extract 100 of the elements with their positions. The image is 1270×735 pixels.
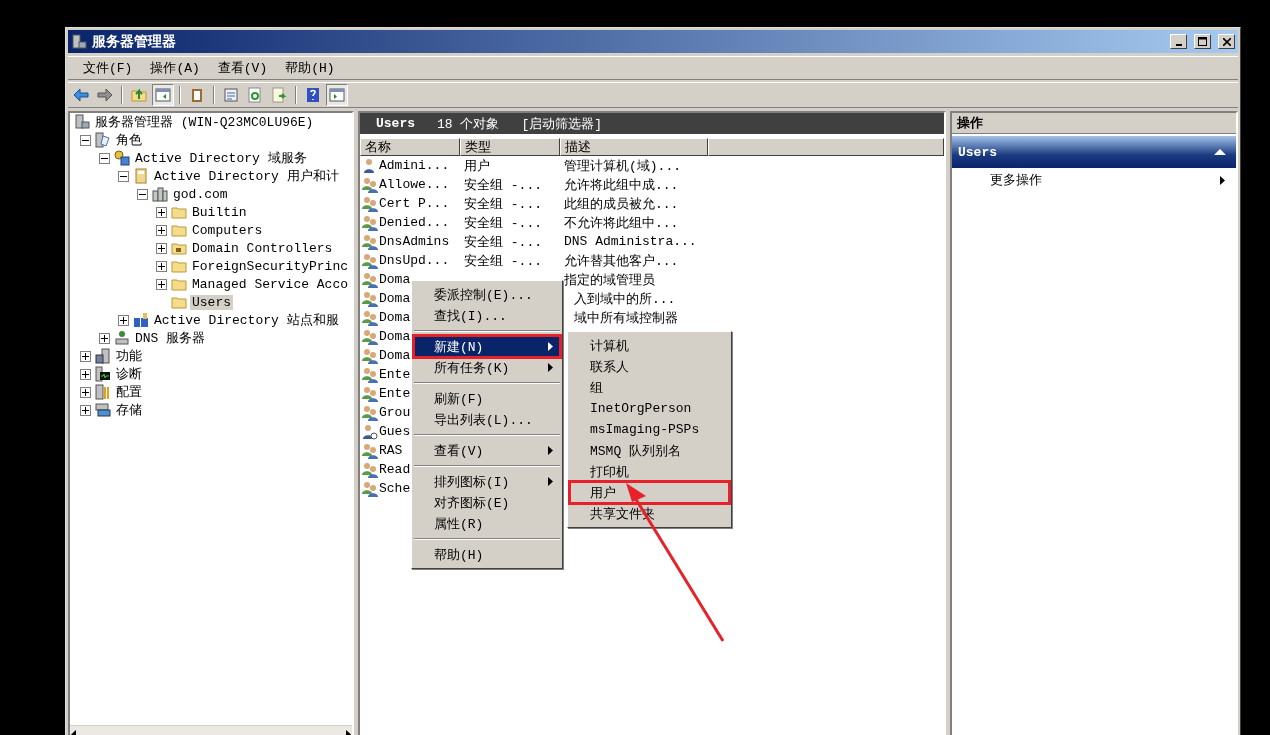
menu-item[interactable]: 联系人 [570,356,729,377]
tree-item[interactable]: 配置 [114,383,144,401]
close-icon [1222,37,1231,46]
menu-item[interactable]: 刷新(F) [414,388,560,409]
menu-item[interactable]: 操作(A) [141,59,209,77]
expand-toggle[interactable] [80,368,91,380]
expand-toggle[interactable] [156,224,167,236]
menu-item[interactable]: 用户 [570,482,729,503]
tree-item[interactable]: 功能 [114,347,144,365]
network-icon [114,330,130,346]
actions-header: 操作 [952,113,1236,134]
list-title: Users [376,116,415,131]
menu-item[interactable]: 组 [570,377,729,398]
column-header[interactable]: 描述 [560,138,708,156]
collapse-toggle[interactable] [118,170,129,182]
name-cell[interactable]: Allowe... [379,177,450,192]
tree-item[interactable]: god.com [171,186,230,202]
menu-item[interactable]: InetOrgPerson [570,398,729,419]
minimize-button[interactable] [1170,34,1187,49]
name-cell[interactable]: Gues [379,424,411,439]
description-cell-text: 入到域中的所... [573,290,676,308]
tree-item[interactable]: 诊断 [114,365,144,383]
tree-item[interactable]: 服务器管理器 (WIN-Q23MC0LU96E) [93,113,316,131]
tree-item[interactable]: Active Directory 站点和服 [152,311,341,329]
tree-item[interactable]: DNS 服务器 [133,329,208,347]
folder-icon [171,240,187,256]
plus-icon [158,262,165,270]
book-icon [133,168,149,184]
tree-item[interactable]: Computers [190,222,265,238]
collapse-toggle[interactable] [80,134,91,146]
menu-item[interactable]: 新建(N) [414,336,560,357]
name-cell[interactable]: DnsUpd... [379,253,450,268]
name-cell[interactable]: Doma [379,348,411,363]
expand-toggle[interactable] [80,386,91,398]
menu-item[interactable]: 帮助(H) [276,59,344,77]
menu-item[interactable]: 对齐图标(E) [414,492,560,513]
minimize-icon [1175,43,1182,46]
menu-item[interactable]: 查看(V) [208,59,277,77]
expand-toggle[interactable] [118,314,129,326]
expand-toggle[interactable] [156,260,167,272]
name-cell[interactable]: Read [379,462,411,477]
tree-item[interactable]: Users [190,294,233,310]
tree-item[interactable]: 存储 [114,401,144,419]
expand-toggle[interactable] [156,206,167,218]
menu-item[interactable]: 帮助(H) [414,544,560,565]
name-cell[interactable]: DnsAdmins [379,234,450,249]
name-cell[interactable]: Doma [379,291,411,306]
name-cell[interactable]: Doma [379,272,411,287]
tree-item[interactable]: Domain Controllers [190,240,335,256]
menu-item[interactable]: 委派控制(E)... [414,284,560,305]
collapse-toggle[interactable] [99,152,110,164]
submenu-arrow-icon [548,363,554,372]
filter-label: [启动筛选器] [521,115,603,133]
action-item[interactable]: 更多操作 [952,168,1236,192]
collapse-toggle[interactable] [137,188,148,200]
name-cell[interactable]: Doma [379,310,411,325]
expand-toggle[interactable] [80,350,91,362]
toolbar-button[interactable] [152,84,174,106]
type-cell: 用户 [464,158,490,174]
menu-item[interactable]: 导出列表(L)... [414,409,560,430]
tree-item[interactable]: Active Directory 用户和计 [152,167,341,185]
expand-toggle[interactable] [156,278,167,290]
tree-item[interactable]: 角色 [114,131,144,149]
tree-item[interactable]: Active Directory 域服务 [133,149,309,167]
menu-item[interactable]: 排列图标(I) [414,471,560,492]
expand-toggle[interactable] [99,332,110,344]
name-cell[interactable]: Admini... [379,158,450,173]
toolbar-button[interactable] [326,84,348,106]
menu-item[interactable]: 计算机 [570,335,729,356]
menu-item[interactable]: 查找(I)... [414,305,560,326]
name-cell[interactable]: RAS [379,443,403,458]
maximize-button[interactable] [1194,34,1211,49]
tree-item[interactable]: Builtin [190,204,249,220]
column-header[interactable]: 名称 [360,138,460,156]
actions-section[interactable]: Users [952,136,1236,168]
name-cell[interactable]: Ente [379,367,411,382]
expand-toggle[interactable] [156,242,167,254]
menu-item[interactable]: MSMQ 队列别名 [570,440,729,461]
tree-item[interactable]: Managed Service Acco [190,276,351,292]
menu-item[interactable]: 属性(R) [414,513,560,534]
name-cell[interactable]: Doma [379,329,411,344]
close-button[interactable] [1218,34,1235,49]
column-header[interactable]: 类型 [460,138,560,156]
name-cell[interactable]: Cert P... [379,196,450,211]
menu-item[interactable]: msImaging-PSPs [570,419,729,440]
name-cell[interactable]: Grou [379,405,411,420]
tree-item[interactable]: ForeignSecurityPrinc [190,258,351,274]
name-cell[interactable]: Ente [379,386,411,401]
menu-item[interactable]: 打印机 [570,461,729,482]
expand-toggle[interactable] [80,404,91,416]
name-cell[interactable]: Sche [379,481,411,496]
directory-icon [114,150,130,166]
menu-item[interactable]: 所有任务(K) [414,357,560,378]
type-cell: 安全组 -... [464,253,542,269]
menu-item[interactable]: 文件(F) [74,59,142,77]
column-header[interactable] [708,138,944,156]
folder-icon [171,258,187,274]
name-cell[interactable]: Denied... [379,215,450,230]
menu-item[interactable]: 查看(V) [414,440,560,461]
type-cell: 安全组 -... [464,234,542,250]
